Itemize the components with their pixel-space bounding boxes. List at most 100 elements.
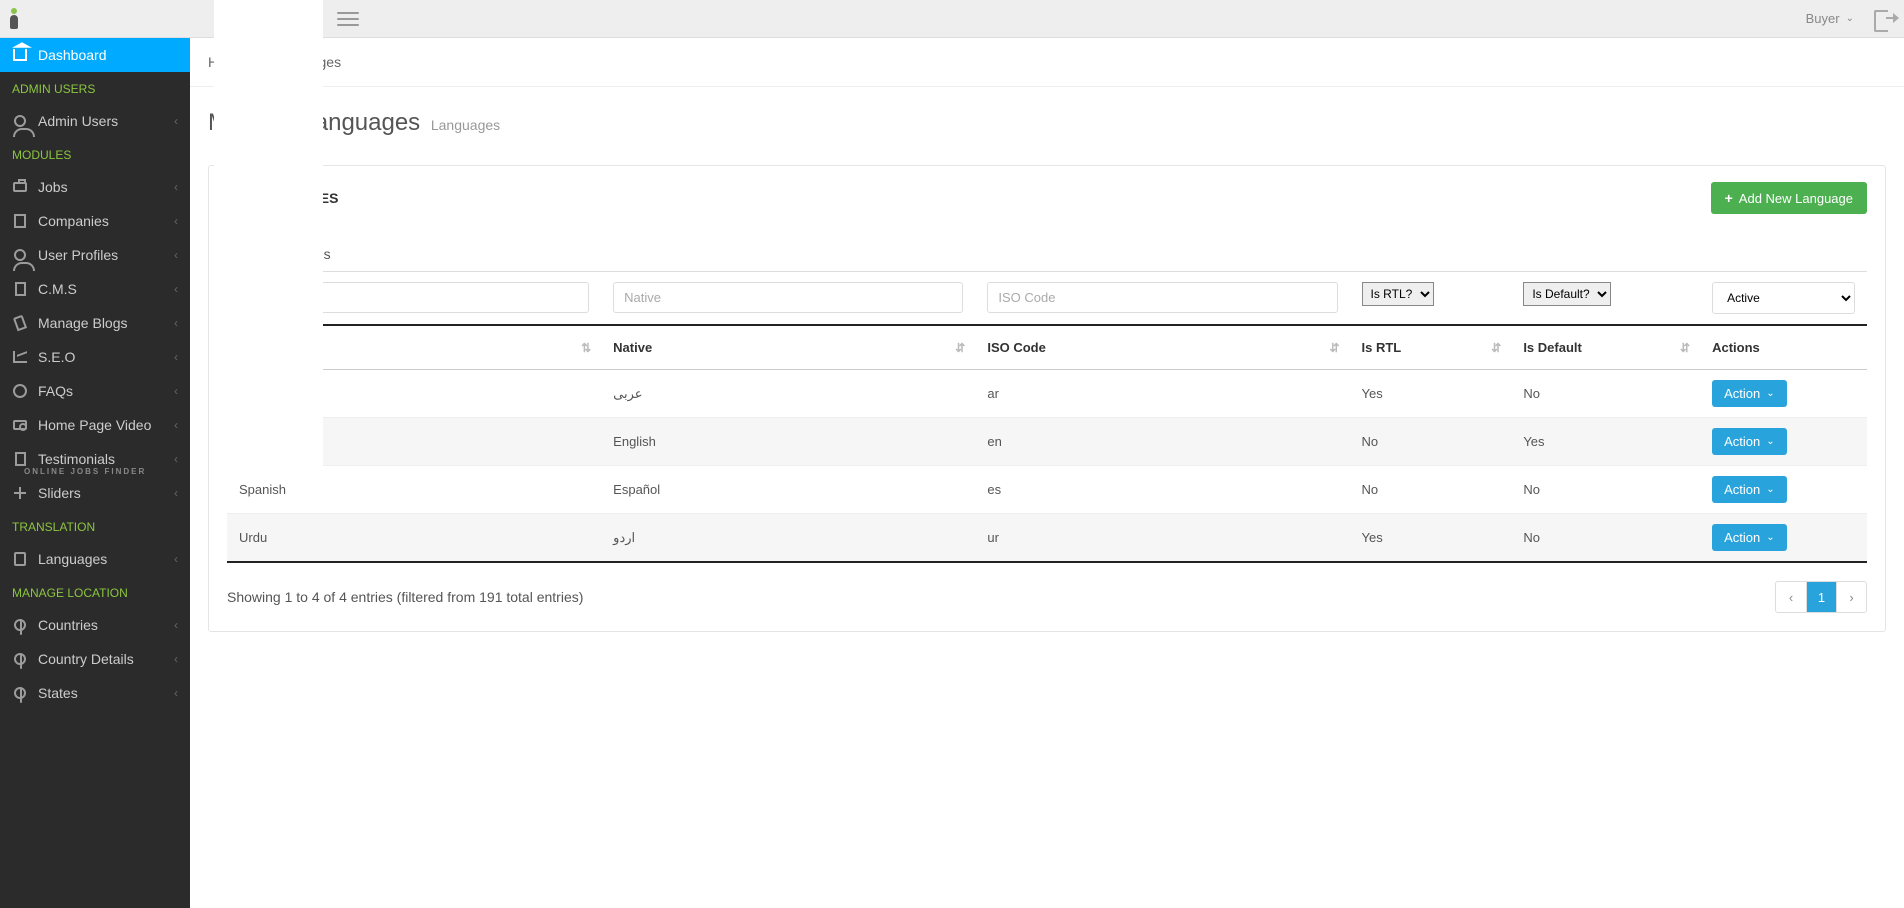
user-label: Buyer [1806,11,1840,26]
chevron-down-icon: ⌄ [1846,13,1854,24]
lang-icon [12,551,28,567]
filter-default-select[interactable]: Is Default? [1523,282,1611,306]
chevron-left-icon: ‹ [174,686,178,700]
sort-icon: ⇵ [1329,341,1339,355]
topbar-right: Buyer ⌄ [1806,8,1894,30]
pagination-prev[interactable]: ‹ [1776,582,1806,612]
filter-iso-input[interactable] [987,282,1337,313]
filter-active-select[interactable]: Active [1712,282,1855,314]
sidebar-item-states[interactable]: States ‹ [0,676,190,710]
cell-native: اردو [601,514,975,563]
logo-icon [8,8,20,30]
cell-iso: ur [975,514,1349,563]
table-row: ArabicعربىarYesNoAction⌄ [227,370,1867,418]
filter-row: Is RTL? Is Default? Active [227,272,1867,326]
sidebar-section: MANAGE LOCATION [0,576,190,608]
cell-iso: en [975,418,1349,466]
chevron-down-icon: ⌄ [1766,484,1774,495]
cell-actions: Action ⌄ [1700,466,1867,514]
filter-native-input[interactable] [613,282,963,313]
sidebar-section: TRANSLATION [0,510,190,542]
cell-actions: Action⌄ [1700,418,1867,466]
length-control: 10 records [209,230,1885,271]
sort-icon: ⇵ [1680,341,1690,355]
add-button-label: Add New Language [1739,191,1853,206]
pagination-page-1[interactable]: 1 [1806,582,1836,612]
globe-icon [12,685,28,701]
user-menu[interactable]: Buyer ⌄ [1806,11,1854,26]
col-header-is-default[interactable]: Is Default⇵ [1511,325,1700,370]
cell-rtl: Yes [1350,514,1512,563]
menu-toggle-icon[interactable] [337,12,359,26]
logo[interactable]: Jobs Portal ONLINE JOBS FINDER [0,0,331,38]
chevron-left-icon: ‹ [174,552,178,566]
cell-native: عربى [601,370,975,418]
action-button[interactable]: Action ⌄ [1712,524,1787,551]
panel-header: LANGUAGES + Add New Language [209,166,1885,230]
action-button[interactable]: Action ⌄ [1712,476,1787,503]
col-header-is-rtl[interactable]: Is RTL⇵ [1350,325,1512,370]
cell-def: No [1511,370,1700,418]
plus-icon: + [1725,190,1733,206]
cell-native: English [601,418,975,466]
sidebar-item-label: Languages [38,551,107,567]
cell-rtl: Yes [1350,370,1512,418]
cell-native: Español [601,466,975,514]
sidebar-item-languages[interactable]: Languages ‹ [0,542,190,576]
action-button-label: Action [1724,434,1760,449]
action-button-label: Action [1724,386,1760,401]
sort-icon: ⇅ [581,341,591,355]
cell-rtl: No [1350,418,1512,466]
panel-languages: LANGUAGES + Add New Language 10 records … [208,165,1886,632]
main-content: Home ○ Languages Manage Languages Langua… [190,38,1904,908]
filter-rtl-select[interactable]: Is RTL? [1362,282,1434,306]
sidebar-item-label: Sliders [38,485,81,501]
pagination-next[interactable]: › [1836,582,1866,612]
cell-def: Yes [1511,418,1700,466]
languages-table: Is RTL? Is Default? Active Language⇅Nati… [227,271,1867,563]
sidebar-item-label: Countries [38,617,98,633]
topbar-left: Jobs Portal ONLINE JOBS FINDER [0,0,359,37]
pagination: ‹ 1 › [1775,581,1867,613]
action-button[interactable]: Action⌄ [1712,380,1787,407]
action-button[interactable]: Action⌄ [1712,428,1787,455]
cell-def: No [1511,466,1700,514]
cell-language: Urdu [227,514,601,563]
table-info: Showing 1 to 4 of 4 entries (filtered fr… [227,589,583,605]
arrows-icon [12,485,28,501]
sidebar-item-country-details[interactable]: Country Details ‹ [0,642,190,676]
cell-rtl: No [1350,466,1512,514]
chevron-left-icon: ‹ [174,486,178,500]
col-header-native[interactable]: Native⇵ [601,325,975,370]
cell-def: No [1511,514,1700,563]
sidebar-item-countries[interactable]: Countries‹ [0,608,190,642]
col-header-actions[interactable]: Actions [1700,325,1867,370]
sidebar-item-label: Country Details [38,651,134,667]
topbar: Jobs Portal ONLINE JOBS FINDER Buyer ⌄ [0,0,1904,38]
action-button-label: Action [1724,530,1760,545]
table-row: UrduاردوurYesNo Action ⌄ [227,514,1867,563]
logo-main: Jobs Portal [214,0,323,470]
action-button-label: Action [1724,482,1760,497]
page-title: Manage Languages Languages [190,87,1904,147]
logo-subtitle: ONLINE JOBS FINDER [24,468,323,476]
chevron-left-icon: ‹ [174,652,178,666]
logout-icon[interactable] [1872,8,1894,30]
cell-actions: Action ⌄ [1700,514,1867,563]
table-row: EnglishEnglishenNoYesAction⌄ [227,418,1867,466]
sidebar-item-label: States [38,685,78,701]
add-language-button[interactable]: + Add New Language [1711,182,1867,214]
globe-icon [12,651,28,667]
table-body: ArabicعربىarYesNoAction⌄EnglishEnglishen… [227,370,1867,563]
cell-actions: Action⌄ [1700,370,1867,418]
sidebar-item-sliders[interactable]: Sliders ‹ [0,476,190,510]
chevron-down-icon: ⌄ [1766,532,1774,543]
sort-icon: ⇵ [955,341,965,355]
page-title-sub: Languages [431,117,500,133]
cell-iso: es [975,466,1349,514]
table-row: SpanishEspañolesNoNoAction⌄ [227,466,1867,514]
globe-icon [12,617,28,633]
cell-iso: ar [975,370,1349,418]
col-header-iso-code[interactable]: ISO Code⇵ [975,325,1349,370]
logo-text: Jobs Portal ONLINE JOBS FINDER [24,0,323,476]
